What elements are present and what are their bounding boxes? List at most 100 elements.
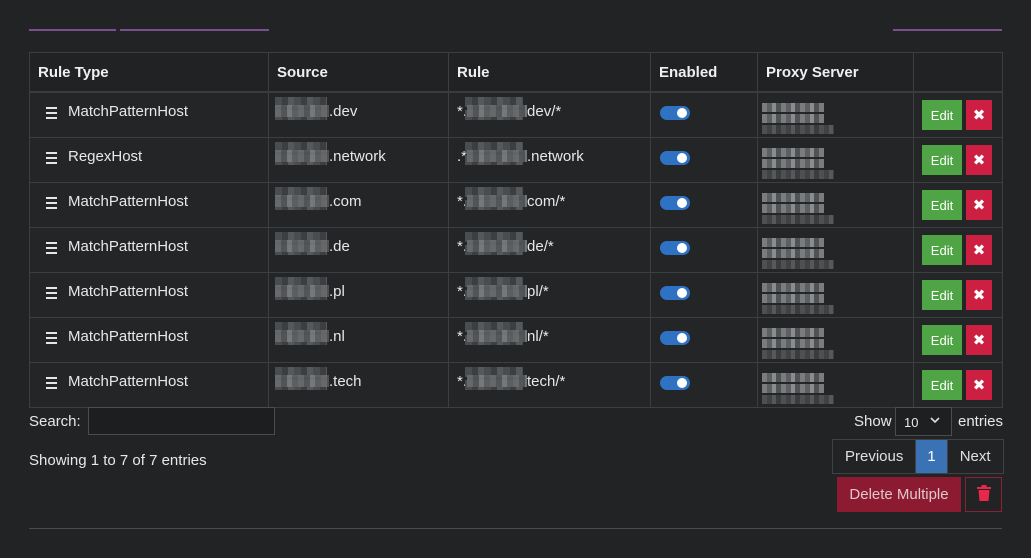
cell-rule-type: MatchPatternHost — [29, 182, 269, 228]
previous-button[interactable]: Previous — [832, 439, 917, 474]
cell-proxy-server — [757, 137, 914, 183]
rule-suffix: com/* — [527, 193, 566, 210]
cell-rule: *. dev/* — [448, 91, 651, 138]
entries-select[interactable]: 10 — [895, 407, 952, 436]
cell-actions: Edit ✖ — [913, 137, 1003, 183]
cell-actions: Edit ✖ — [913, 182, 1003, 228]
table-row[interactable]: MatchPatternHost .tech *. tech/* Edit ✖ — [29, 362, 1003, 408]
tab-underline-2[interactable] — [120, 29, 269, 31]
enabled-toggle[interactable] — [660, 331, 690, 345]
next-button[interactable]: Next — [946, 439, 1004, 474]
close-icon: ✖ — [972, 241, 986, 259]
edit-button[interactable]: Edit — [922, 235, 962, 265]
table-row[interactable]: MatchPatternHost .pl *. pl/* Edit ✖ — [29, 272, 1003, 318]
redacted-source — [275, 240, 329, 252]
delete-button[interactable]: ✖ — [966, 370, 992, 400]
cell-enabled — [650, 362, 758, 408]
drag-handle-icon[interactable] — [46, 242, 57, 257]
source-suffix: .com — [329, 193, 362, 210]
cell-rule-type: MatchPatternHost — [29, 362, 269, 408]
delete-button[interactable]: ✖ — [966, 190, 992, 220]
cell-rule-type: MatchPatternHost — [29, 227, 269, 273]
trash-icon — [976, 485, 991, 501]
col-header-rule[interactable]: Rule — [448, 52, 651, 93]
enabled-toggle[interactable] — [660, 376, 690, 390]
search-input[interactable] — [88, 407, 275, 435]
col-header-actions — [913, 52, 1003, 93]
drag-handle-icon[interactable] — [46, 107, 57, 122]
trash-button[interactable] — [965, 477, 1002, 512]
cell-source: .pl — [268, 272, 449, 318]
redacted-rule — [467, 285, 528, 297]
search-label: Search: — [29, 413, 81, 430]
col-header-source[interactable]: Source — [268, 52, 449, 93]
cell-rule: *. tech/* — [448, 362, 651, 408]
enabled-toggle[interactable] — [660, 106, 690, 120]
edit-button[interactable]: Edit — [922, 280, 962, 310]
col-header-rule-type[interactable]: Rule Type — [29, 52, 269, 93]
source-suffix: .nl — [329, 328, 345, 345]
rule-suffix: pl/* — [527, 283, 549, 300]
cell-enabled — [650, 227, 758, 273]
table-row[interactable]: RegexHost .network .* .network Edit ✖ — [29, 137, 1003, 183]
page-1-button[interactable]: 1 — [915, 439, 948, 474]
chevron-down-icon — [929, 414, 941, 429]
delete-button[interactable]: ✖ — [966, 145, 992, 175]
table-row[interactable]: MatchPatternHost .de *. de/* Edit ✖ — [29, 227, 1003, 273]
redacted-proxy-server — [762, 148, 834, 181]
close-icon: ✖ — [972, 196, 986, 214]
redacted-proxy-server — [762, 328, 834, 361]
edit-button[interactable]: Edit — [922, 145, 962, 175]
tab-underline-3[interactable] — [893, 29, 1002, 31]
rule-type-text: MatchPatternHost — [68, 373, 189, 390]
enabled-toggle[interactable] — [660, 241, 690, 255]
cell-rule: *. com/* — [448, 182, 651, 228]
table-row[interactable]: MatchPatternHost .dev *. dev/* Edit ✖ — [29, 91, 1003, 138]
enabled-toggle[interactable] — [660, 196, 690, 210]
close-icon: ✖ — [972, 286, 986, 304]
redacted-proxy-server — [762, 193, 834, 226]
edit-button[interactable]: Edit — [922, 370, 962, 400]
source-suffix: .de — [329, 238, 350, 255]
cell-proxy-server — [757, 182, 914, 228]
redacted-rule — [467, 105, 528, 117]
redacted-source — [275, 330, 329, 342]
cell-actions: Edit ✖ — [913, 227, 1003, 273]
delete-button[interactable]: ✖ — [966, 100, 992, 130]
edit-button[interactable]: Edit — [922, 100, 962, 130]
cell-source: .nl — [268, 317, 449, 363]
rule-suffix: dev/* — [527, 103, 562, 120]
cell-proxy-server — [757, 362, 914, 408]
delete-button[interactable]: ✖ — [966, 280, 992, 310]
drag-handle-icon[interactable] — [46, 197, 57, 212]
table-row[interactable]: MatchPatternHost .com *. com/* Edit ✖ — [29, 182, 1003, 228]
edit-button[interactable]: Edit — [922, 190, 962, 220]
edit-button[interactable]: Edit — [922, 325, 962, 355]
table-row[interactable]: MatchPatternHost .nl *. nl/* Edit ✖ — [29, 317, 1003, 363]
redacted-rule — [467, 195, 528, 207]
source-suffix: .network — [329, 148, 386, 165]
drag-handle-icon[interactable] — [46, 332, 57, 347]
cell-enabled — [650, 91, 758, 138]
cell-rule: *. nl/* — [448, 317, 651, 363]
redacted-proxy-server — [762, 103, 834, 136]
delete-multiple-button[interactable]: Delete Multiple — [837, 477, 961, 512]
source-suffix: .pl — [329, 283, 345, 300]
col-header-enabled[interactable]: Enabled — [650, 52, 758, 93]
bottom-divider — [29, 528, 1002, 529]
cell-rule: .* .network — [448, 137, 651, 183]
drag-handle-icon[interactable] — [46, 152, 57, 167]
redacted-source — [275, 375, 329, 387]
drag-handle-icon[interactable] — [46, 287, 57, 302]
delete-button[interactable]: ✖ — [966, 235, 992, 265]
cell-actions: Edit ✖ — [913, 91, 1003, 138]
rule-type-text: MatchPatternHost — [68, 103, 189, 120]
tab-underline-1[interactable] — [29, 29, 116, 31]
enabled-toggle[interactable] — [660, 286, 690, 300]
table-info: Showing 1 to 7 of 7 entries — [29, 452, 207, 469]
drag-handle-icon[interactable] — [46, 377, 57, 392]
delete-button[interactable]: ✖ — [966, 325, 992, 355]
col-header-proxy-server[interactable]: Proxy Server — [757, 52, 914, 93]
enabled-toggle[interactable] — [660, 151, 690, 165]
cell-rule-type: RegexHost — [29, 137, 269, 183]
